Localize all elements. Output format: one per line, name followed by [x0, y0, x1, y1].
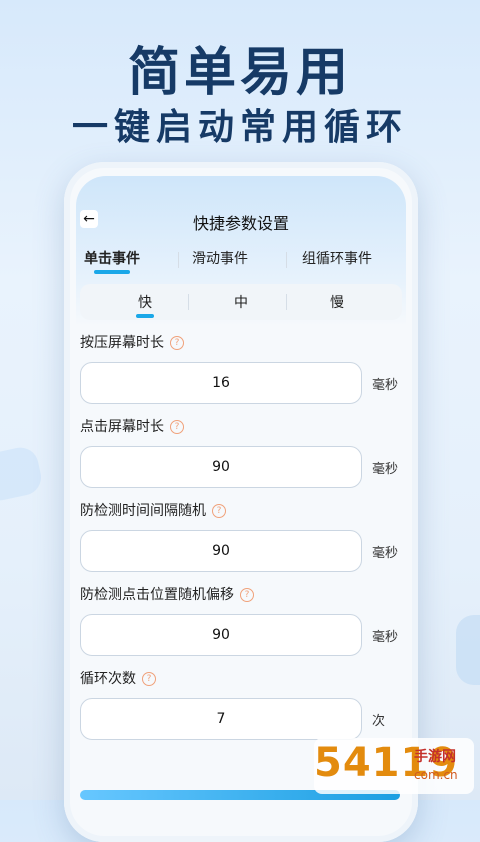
press-duration-unit: 毫秒 — [372, 378, 399, 393]
random-offset-label: 防检测点击位置随机偏移? — [80, 584, 254, 604]
screen-title: 快捷参数设置 — [192, 214, 289, 233]
tab-label: 滑动事件 — [192, 251, 248, 267]
promo-title: 简单易用 — [127, 43, 352, 103]
help-icon[interactable]: ? — [212, 504, 226, 518]
random-interval-unit: 毫秒 — [372, 546, 399, 561]
active-speed-indicator — [136, 314, 154, 318]
promo-subtitle: 一键启动常用循环 — [71, 107, 408, 148]
event-tabs: 单击事件 滑动事件 组循环事件 — [74, 248, 408, 276]
loop-count-input[interactable]: 7 — [80, 698, 362, 740]
random-offset-unit: 毫秒 — [372, 630, 399, 645]
random-interval-input[interactable]: 90 — [80, 530, 362, 572]
field-label-text: 点击屏幕时长 — [80, 419, 164, 435]
field-label-text: 循环次数 — [80, 671, 136, 687]
speed-slow-label: 慢 — [330, 295, 344, 311]
speed-slow[interactable]: 慢 — [330, 292, 344, 312]
speed-divider — [188, 294, 189, 310]
field-label-text: 防检测点击位置随机偏移 — [80, 587, 234, 603]
decorative-shape-right — [456, 615, 480, 685]
speed-selector: 快 中 慢 — [80, 284, 402, 320]
loop-count-label: 循环次数? — [80, 668, 156, 688]
random-interval-label: 防检测时间间隔随机? — [80, 500, 226, 520]
speed-medium[interactable]: 中 — [234, 292, 248, 312]
help-icon[interactable]: ? — [170, 420, 184, 434]
active-tab-indicator — [94, 270, 130, 274]
random-offset-input[interactable]: 90 — [80, 614, 362, 656]
speed-fast[interactable]: 快 — [136, 292, 154, 318]
tab-group-loop[interactable]: 组循环事件 — [302, 248, 372, 268]
decorative-cube-left — [0, 444, 45, 504]
field-label-text: 防检测时间间隔随机 — [80, 503, 206, 519]
tab-divider — [286, 252, 287, 268]
loop-count-unit: 次 — [372, 714, 386, 729]
click-duration-input[interactable]: 90 — [80, 446, 362, 488]
click-duration-unit: 毫秒 — [372, 462, 399, 477]
help-icon[interactable]: ? — [170, 336, 184, 350]
click-duration-label: 点击屏幕时长? — [80, 416, 184, 436]
tab-single-click[interactable]: 单击事件 — [84, 248, 140, 274]
tab-divider — [178, 252, 179, 268]
tab-swipe[interactable]: 滑动事件 — [192, 248, 248, 268]
title-bar: ← 快捷参数设置 — [74, 208, 408, 234]
help-icon[interactable]: ? — [142, 672, 156, 686]
field-label-text: 按压屏幕时长 — [80, 335, 164, 351]
speed-fast-label: 快 — [138, 295, 152, 311]
watermark-url: com.cn — [414, 768, 458, 782]
speed-divider — [286, 294, 287, 310]
tab-label: 单击事件 — [84, 251, 140, 267]
press-duration-label: 按压屏幕时长? — [80, 332, 184, 352]
speed-medium-label: 中 — [234, 295, 248, 311]
watermark-logo: 54119 手游网 com.cn — [314, 738, 474, 794]
tab-label: 组循环事件 — [302, 251, 372, 267]
press-duration-input[interactable]: 16 — [80, 362, 362, 404]
help-icon[interactable]: ? — [240, 588, 254, 602]
watermark-brand: 手游网 — [414, 749, 456, 765]
